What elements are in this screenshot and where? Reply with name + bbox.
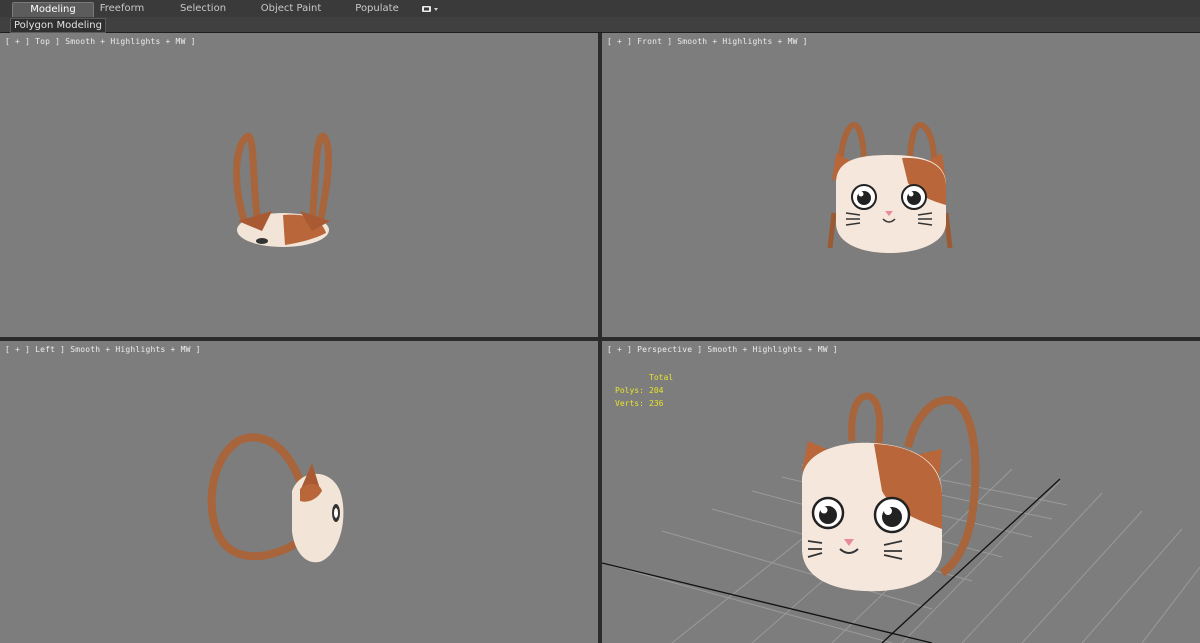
viewport-top[interactable]: [ + ] Top ] Smooth + Highlights + MW ] [0, 33, 598, 337]
tab-freeform[interactable]: Freeform [92, 2, 152, 16]
view-options-icon[interactable] [421, 4, 441, 14]
tab-modeling[interactable]: Modeling [12, 2, 94, 17]
polygon-modeling-label[interactable]: Polygon Modeling [10, 18, 106, 33]
cat-backpack-top-view [233, 132, 333, 247]
cat-backpack-left-view [207, 433, 344, 563]
ribbon-panel: Polygon Modeling [0, 17, 1200, 33]
viewport-perspective[interactable]: [ + ] Perspective ] Smooth + Highlights … [602, 341, 1200, 643]
viewport-left[interactable]: [ + ] Left ] Smooth + Highlights + MW ] [0, 341, 598, 643]
cat-backpack-front-view [827, 121, 953, 253]
tab-object-paint[interactable]: Object Paint [257, 2, 325, 16]
tab-selection[interactable]: Selection [172, 2, 234, 16]
tab-populate[interactable]: Populate [348, 2, 406, 16]
viewport-front[interactable]: [ + ] Front ] Smooth + Highlights + MW ] [602, 33, 1200, 337]
ribbon-tab-bar: Modeling Freeform Selection Object Paint… [0, 0, 1200, 18]
perspective-scene [602, 392, 1200, 643]
